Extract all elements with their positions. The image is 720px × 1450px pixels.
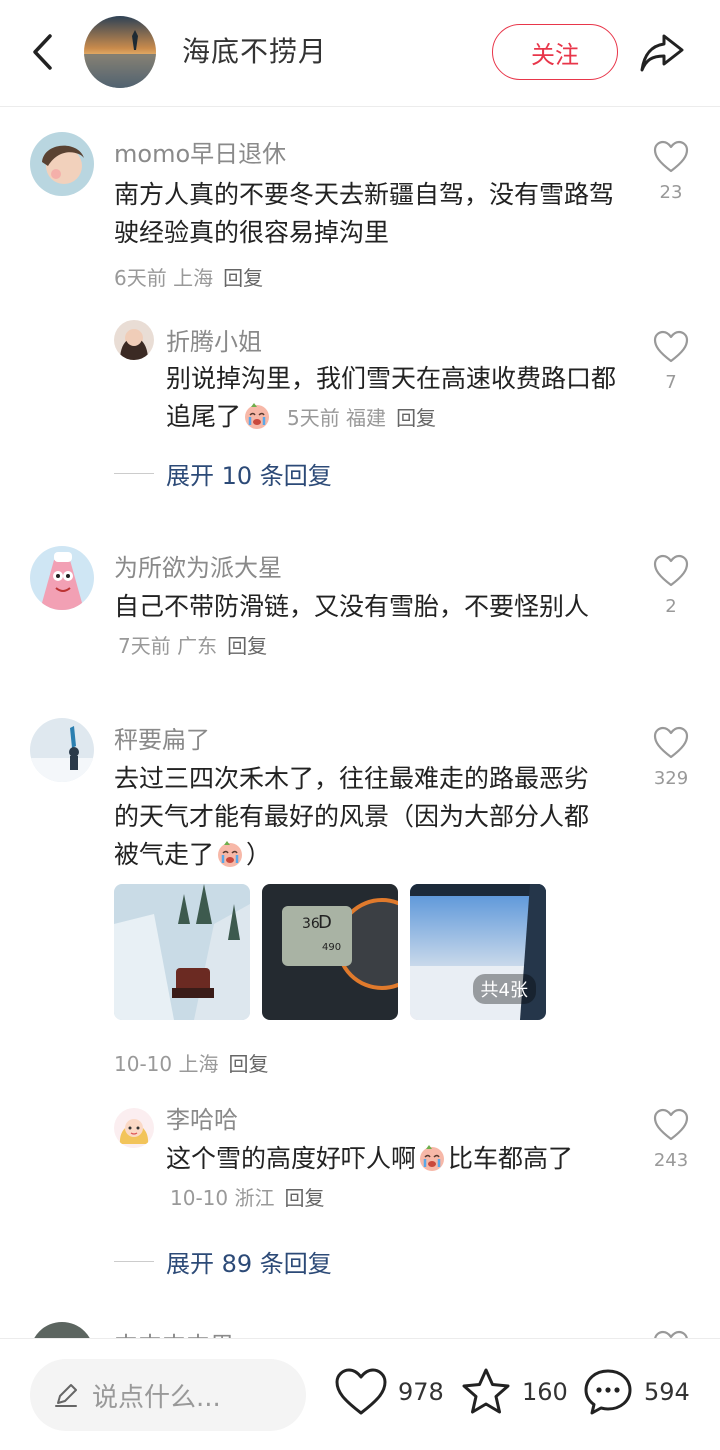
top-bar: 海底不捞月 关注 xyxy=(0,0,720,107)
comment-author[interactable]: 为所欲为派大星 xyxy=(114,548,282,583)
reply-button[interactable]: 回复 xyxy=(228,1052,268,1076)
like-button[interactable]: 7 xyxy=(646,330,696,393)
divider xyxy=(114,1261,154,1262)
bottom-action-bar: 说点什么... 978 160 594 xyxy=(0,1338,720,1450)
image-gallery: 36 D 490 共4张 xyxy=(114,884,546,1020)
like-count: 2 xyxy=(665,596,677,617)
comment-author[interactable]: 秤要扁了 xyxy=(114,720,210,755)
reply-button[interactable]: 回复 xyxy=(396,406,436,430)
follow-button[interactable]: 关注 xyxy=(492,24,618,80)
heart-icon xyxy=(653,330,689,363)
comment-image[interactable]: 共4张 xyxy=(410,884,546,1020)
comment-author[interactable]: momo早日退休 xyxy=(114,134,286,169)
like-button[interactable] xyxy=(646,1330,696,1338)
svg-text:D: D xyxy=(318,912,332,933)
image-count-badge: 共4张 xyxy=(472,974,536,1004)
user-avatar[interactable] xyxy=(30,718,94,782)
expand-replies-button[interactable]: 展开 89 条回复 xyxy=(114,1244,332,1279)
heart-icon xyxy=(335,1368,387,1415)
star-icon xyxy=(462,1368,510,1414)
comment-image[interactable] xyxy=(114,884,250,1020)
like-count: 978 xyxy=(398,1378,444,1406)
comment-text: 南方人真的不要冬天去新疆自驾，没有雪路驾驶经验真的很容易掉沟里 xyxy=(114,180,615,247)
collect-count: 160 xyxy=(522,1378,568,1406)
comment-image[interactable]: 36 D 490 xyxy=(262,884,398,1020)
reply-text: 这个雪的高度好吓人啊 比车都高了 10-10 浙江 回复 xyxy=(166,1144,574,1210)
like-button[interactable]: 243 xyxy=(646,1108,696,1171)
like-button[interactable]: 23 xyxy=(646,140,696,203)
share-icon xyxy=(640,34,684,72)
user-avatar[interactable] xyxy=(114,1108,154,1148)
user-avatar[interactable] xyxy=(30,132,94,196)
page-title: 海底不捞月 xyxy=(182,35,328,68)
expand-replies-label: 展开 10 条回复 xyxy=(166,462,332,490)
like-button[interactable]: 329 xyxy=(646,726,696,789)
comment-input-placeholder: 说点什么... xyxy=(92,1382,221,1413)
reply-button[interactable]: 回复 xyxy=(227,634,267,658)
comment-time-location: 6天前 上海 xyxy=(114,266,214,290)
heart-icon xyxy=(654,1330,688,1338)
comment-input[interactable]: 说点什么... xyxy=(30,1359,306,1431)
like-count: 7 xyxy=(665,372,677,393)
like-count: 23 xyxy=(659,182,683,203)
heart-icon xyxy=(653,140,689,173)
crying-emoji-icon xyxy=(245,403,270,429)
svg-text:490: 490 xyxy=(322,942,341,953)
like-count: 329 xyxy=(653,768,689,789)
share-button[interactable] xyxy=(638,28,686,76)
divider xyxy=(114,473,154,474)
user-avatar[interactable] xyxy=(114,320,154,360)
reply-time-location: 10-10 浙江 xyxy=(170,1186,275,1210)
user-avatar[interactable] xyxy=(30,1322,94,1338)
reply-text: 别说掉沟里，我们雪天在高速收费路口都追尾了 5天前 福建 回复 xyxy=(166,364,617,431)
pencil-icon xyxy=(55,1384,77,1407)
comment-text: 去过三四次禾木了，往往最难走的路最恶劣的天气才能有最好的风景（因为大部分人都被气… xyxy=(114,764,590,869)
comment-meta: 10-10 上海 回复 xyxy=(114,1048,268,1077)
reply-time-location: 5天前 福建 xyxy=(286,406,387,430)
like-count: 243 xyxy=(653,1150,689,1171)
comment-list: momo早日退休 南方人真的不要冬天去新疆自驾，没有雪路驾驶经验真的很容易掉沟里… xyxy=(0,108,720,1338)
comment-count: 594 xyxy=(644,1378,690,1406)
comment-meta: 6天前 上海 回复 xyxy=(114,262,263,291)
author-avatar[interactable] xyxy=(84,16,156,88)
comment-bubble-icon xyxy=(584,1369,632,1415)
reply-button[interactable]: 回复 xyxy=(284,1186,324,1210)
comment-time-location: 10-10 上海 xyxy=(114,1052,219,1076)
comment-author[interactable]: 丰丰丰丰里 xyxy=(114,1326,234,1338)
reply-author[interactable]: 折腾小姐 xyxy=(166,322,262,357)
crying-emoji-icon xyxy=(420,1145,445,1171)
comment-time-location: 7天前 广东 xyxy=(118,634,218,658)
collect-button[interactable]: 160 xyxy=(460,1367,568,1417)
comment-count-button[interactable]: 594 xyxy=(582,1367,690,1417)
back-button[interactable] xyxy=(22,26,62,78)
expand-replies-button[interactable]: 展开 10 条回复 xyxy=(114,456,332,491)
heart-icon xyxy=(653,1108,689,1141)
heart-icon xyxy=(653,726,689,759)
crying-emoji-icon xyxy=(218,841,243,867)
reply-button[interactable]: 回复 xyxy=(223,266,263,290)
like-post-button[interactable]: 978 xyxy=(334,1367,444,1417)
like-button[interactable]: 2 xyxy=(646,554,696,617)
heart-icon xyxy=(653,554,689,587)
user-avatar[interactable] xyxy=(30,546,94,610)
expand-replies-label: 展开 89 条回复 xyxy=(166,1250,332,1278)
chevron-left-icon xyxy=(33,34,52,70)
reply-author[interactable]: 李哈哈 xyxy=(166,1100,238,1135)
comment-text: 自己不带防滑链，又没有雪胎，不要怪别人 7天前 广东 回复 xyxy=(114,592,590,658)
